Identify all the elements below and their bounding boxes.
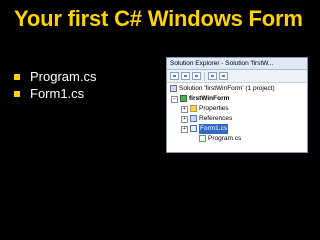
bullet-item: Program.cs <box>14 68 96 85</box>
bullet-marker-icon <box>14 91 20 97</box>
expand-icon[interactable]: + <box>181 116 188 123</box>
toolbar-divider <box>204 71 205 81</box>
tree-item-label: References <box>199 115 233 122</box>
bullet-item: Form1.cs <box>14 85 96 102</box>
properties-icon[interactable] <box>170 72 179 80</box>
tree-node-references[interactable]: + References <box>167 114 307 124</box>
project-label: firstWinForm <box>189 95 230 102</box>
form-icon <box>190 125 197 132</box>
solution-tree: Solution 'firstWinForm' (1 project) − fi… <box>167 83 307 144</box>
references-icon <box>190 115 197 122</box>
tree-item-label: Program.cs <box>208 135 242 142</box>
view-code-icon[interactable] <box>208 72 217 80</box>
view-designer-icon[interactable] <box>219 72 228 80</box>
tree-node-project[interactable]: − firstWinForm <box>167 94 307 104</box>
folder-icon <box>190 105 197 112</box>
solution-explorer-title: Solution Explorer - Solution 'firstW... <box>167 58 307 70</box>
bullet-text: Form1.cs <box>30 86 85 101</box>
refresh-icon[interactable] <box>192 72 201 80</box>
tree-node-solution[interactable]: Solution 'firstWinForm' (1 project) <box>167 84 307 94</box>
solution-explorer-toolbar <box>167 70 307 83</box>
expand-icon[interactable]: + <box>181 126 188 133</box>
solution-label: Solution 'firstWinForm' (1 project) <box>179 85 275 92</box>
bullet-text: Program.cs <box>30 69 97 84</box>
tree-node-form1[interactable]: + Form1.cs <box>167 124 307 134</box>
slide-title: Your first C# Windows Form <box>14 6 303 31</box>
tree-node-program[interactable]: Program.cs <box>167 134 307 144</box>
bullet-list: Program.cs Form1.cs <box>14 68 96 102</box>
tree-item-label-selected: Form1.cs <box>199 124 229 134</box>
show-all-files-icon[interactable] <box>181 72 190 80</box>
tree-node-properties[interactable]: + Properties <box>167 104 307 114</box>
collapse-icon[interactable]: − <box>171 96 178 103</box>
expand-icon[interactable]: + <box>181 106 188 113</box>
solution-explorer-panel: Solution Explorer - Solution 'firstW... … <box>166 57 308 153</box>
csharp-file-icon <box>199 135 206 142</box>
bullet-marker-icon <box>14 74 20 80</box>
csharp-project-icon <box>180 95 187 102</box>
tree-item-label: Properties <box>199 105 229 112</box>
solution-icon <box>170 85 177 92</box>
